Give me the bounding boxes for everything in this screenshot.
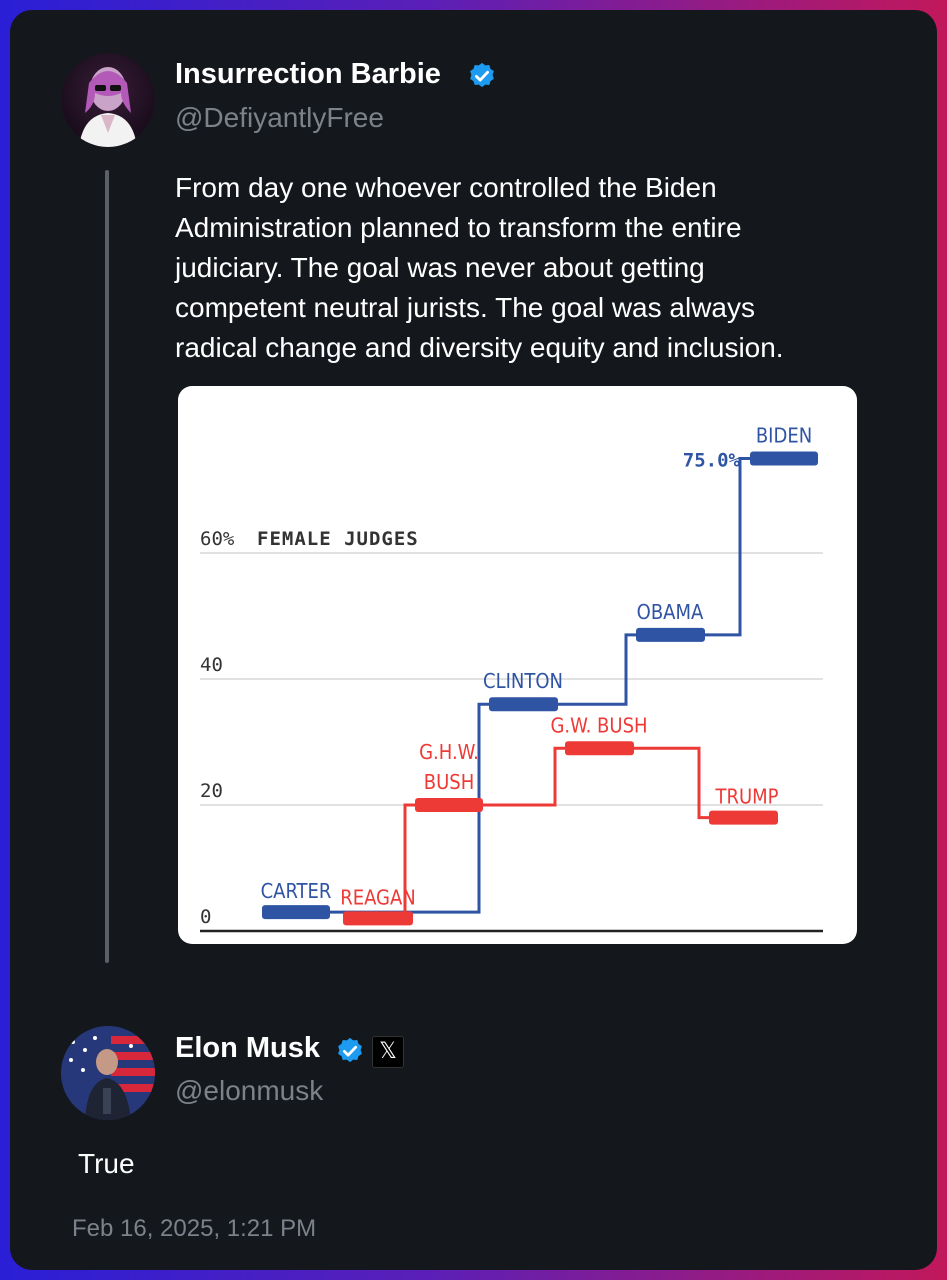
y-tick-label: 60% xyxy=(200,528,235,550)
y-tick-label: 40 xyxy=(200,654,223,676)
reply-author-handle[interactable]: @elonmusk xyxy=(175,1075,323,1107)
data-label: 75.0% xyxy=(683,450,741,472)
author-name[interactable]: Insurrection Barbie xyxy=(175,58,441,91)
author-avatar[interactable] xyxy=(61,53,155,147)
reply-author-avatar[interactable] xyxy=(61,1026,155,1120)
administration-label: TRUMP xyxy=(714,785,778,809)
reply-author-name[interactable]: Elon Musk xyxy=(175,1032,320,1065)
post-timestamp[interactable]: Feb 16, 2025, 1:21 PM xyxy=(72,1215,316,1243)
y-axis-label: FEMALE JUDGES xyxy=(257,528,419,550)
administration-label: BUSH xyxy=(424,770,474,794)
x-logo-icon: 𝕏 xyxy=(372,1036,404,1068)
reply-text: True xyxy=(78,1148,135,1179)
administration-bar xyxy=(489,697,558,712)
avatar-portrait-icon xyxy=(79,67,137,147)
tweet-text: From day one whoever controlled the Bide… xyxy=(175,168,905,368)
administration-bar xyxy=(565,741,634,756)
tweet-text-line: judiciary. The goal was never about gett… xyxy=(175,252,705,283)
administration-bar xyxy=(636,627,705,642)
administration-bar xyxy=(415,798,483,812)
y-tick-label: 20 xyxy=(200,780,223,802)
tweet-thread-card: Insurrection Barbie @DefiyantlyFree From… xyxy=(10,10,937,1270)
female-judges-chart: 0 20 40 60% FEMALE JUDGES CARTER REAGAN G.H.W. B… xyxy=(200,424,857,933)
administration-label: CARTER xyxy=(261,879,332,903)
administration-bar xyxy=(262,905,330,920)
tweet-text-line: competent neutral jurists. The goal was … xyxy=(175,292,755,323)
administration-bar xyxy=(709,810,778,825)
administration-label: REAGAN xyxy=(340,885,416,909)
administration-label: BIDEN xyxy=(756,424,812,448)
administration-label: OBAMA xyxy=(637,600,704,624)
chart-image[interactable]: 0 20 40 60% FEMALE JUDGES CARTER REAGAN G.H.W. B… xyxy=(178,386,857,944)
verified-badge-icon xyxy=(470,62,494,88)
tweet-text-line: radical change and diversity equity and … xyxy=(175,332,784,363)
thread-connector-line xyxy=(105,170,109,963)
administration-label: CLINTON xyxy=(483,669,563,693)
tweet-text-line: Administration planned to transform the … xyxy=(175,212,742,243)
administration-label: G.W. BUSH xyxy=(550,713,647,737)
series-connector-line xyxy=(330,459,818,913)
verified-badge-icon xyxy=(338,1037,362,1063)
y-tick-label: 0 xyxy=(200,906,211,928)
administration-bar xyxy=(750,451,818,466)
tweet-text-line: From day one whoever controlled the Bide… xyxy=(175,172,717,203)
avatar-flag-portrait-icon xyxy=(61,1026,155,1120)
administration-label: G.H.W. xyxy=(419,740,479,764)
author-handle[interactable]: @DefiyantlyFree xyxy=(175,102,384,134)
administration-bar xyxy=(343,911,413,926)
